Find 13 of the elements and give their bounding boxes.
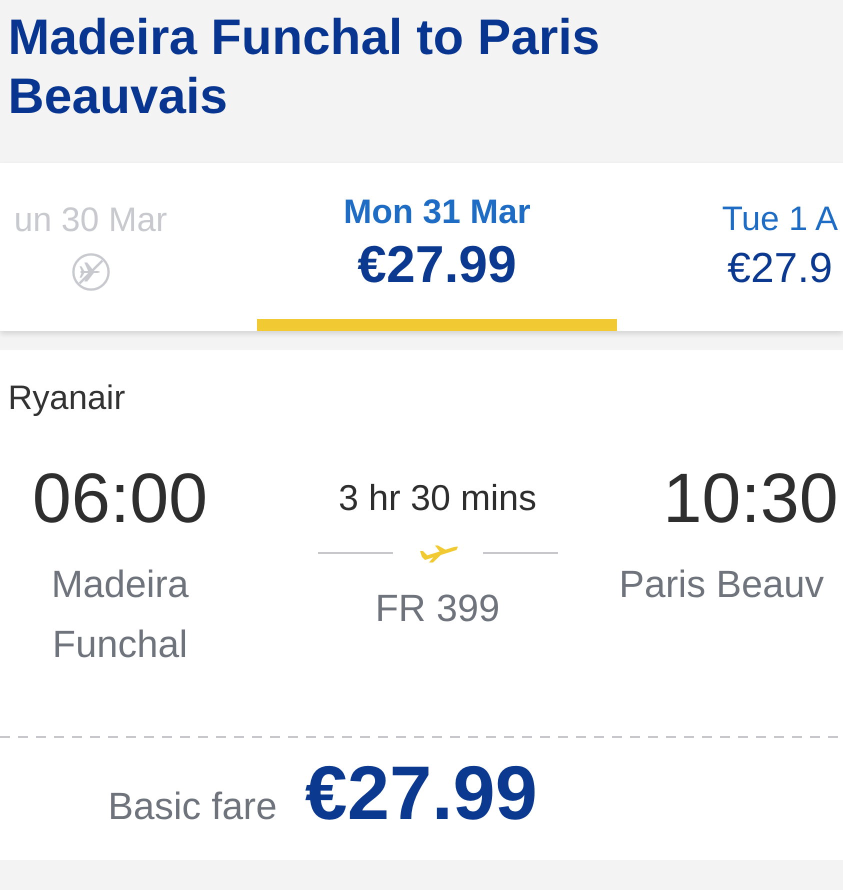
fare-price: €27.99: [304, 756, 538, 832]
date-tab[interactable]: Tue 1 A €27.9: [617, 163, 843, 331]
flight-number: FR 399: [375, 587, 500, 632]
date-tab[interactable]: Mon 31 Mar €27.99: [257, 163, 617, 331]
departure-time: 06:00: [32, 463, 208, 533]
crossed-plane-icon: [72, 253, 110, 291]
airline-name: Ryanair: [8, 378, 126, 418]
flight-duration: 3 hr 30 mins: [338, 476, 537, 520]
fare-label: Basic fare: [108, 785, 277, 829]
departure-airport: Madeira Funchal: [50, 563, 190, 668]
page-title: Madeira Funchal to Paris Beauvais: [7, 8, 601, 126]
arrival-airport: Paris Beauv: [619, 563, 824, 608]
arrival-time: 10:30: [663, 463, 838, 533]
